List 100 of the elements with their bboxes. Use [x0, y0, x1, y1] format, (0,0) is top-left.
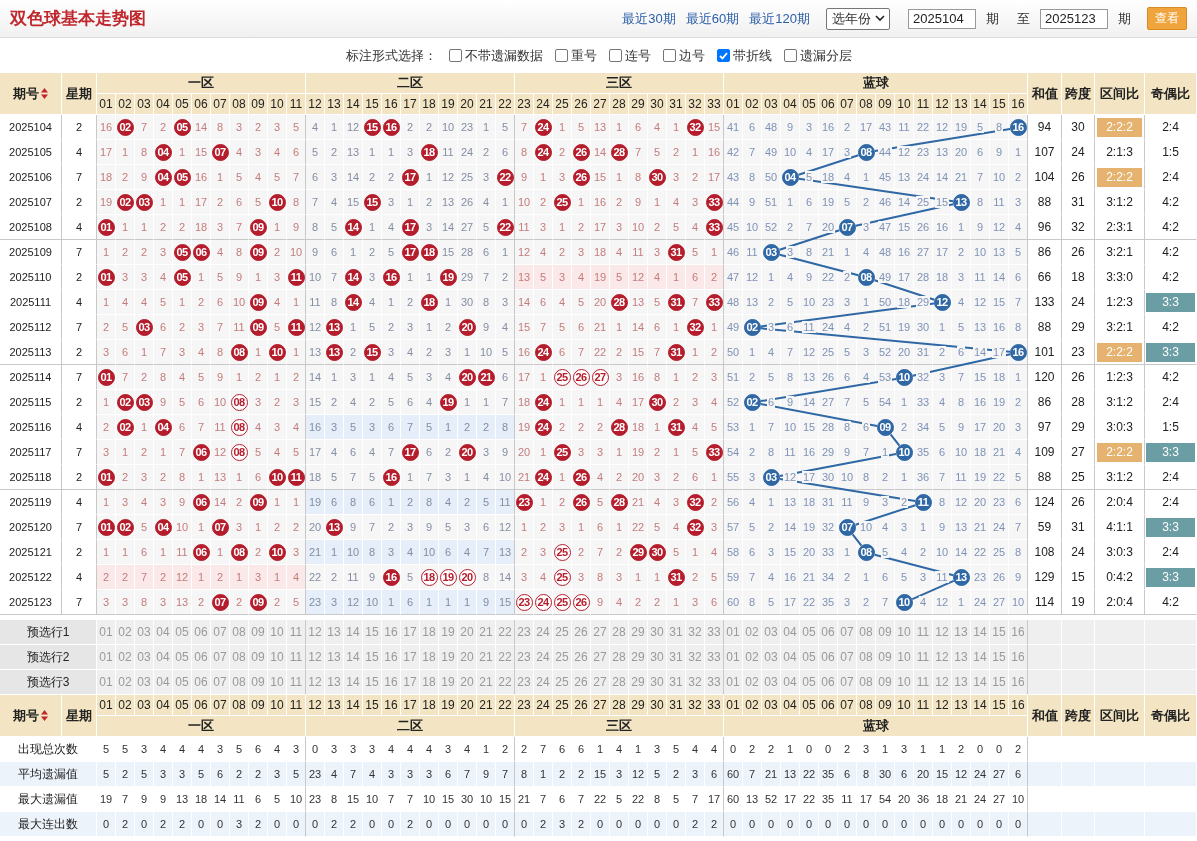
preselect-number[interactable]: 05 [800, 670, 819, 695]
preselect-number[interactable]: 33 [705, 670, 724, 695]
preselect-number[interactable]: 22 [496, 645, 515, 670]
preselect-number[interactable]: 07 [838, 670, 857, 695]
preselect-number[interactable]: 27 [591, 670, 610, 695]
preselect-number[interactable]: 16 [382, 645, 401, 670]
preselect-number[interactable]: 08 [857, 620, 876, 645]
preselect-number[interactable]: 10 [895, 620, 914, 645]
preselect-number[interactable]: 31 [667, 670, 686, 695]
preselect-number[interactable]: 25 [553, 670, 572, 695]
preselect-number[interactable]: 09 [249, 670, 268, 695]
preselect-number[interactable]: 23 [515, 670, 534, 695]
preselect-number[interactable]: 09 [876, 620, 895, 645]
preselect-number[interactable]: 30 [648, 620, 667, 645]
preselect-number[interactable]: 22 [496, 620, 515, 645]
preselect-number[interactable]: 16 [1009, 670, 1028, 695]
preselect-number[interactable]: 15 [990, 620, 1009, 645]
preselect-number[interactable]: 16 [382, 620, 401, 645]
sort-icon[interactable] [41, 710, 48, 721]
preselect-number[interactable]: 15 [363, 670, 382, 695]
preselect-number[interactable]: 12 [306, 645, 325, 670]
preselect-number[interactable]: 01 [724, 645, 743, 670]
preselect-number[interactable]: 03 [762, 670, 781, 695]
preselect-number[interactable]: 09 [876, 670, 895, 695]
preselect-number[interactable]: 01 [724, 670, 743, 695]
preselect-number[interactable]: 16 [382, 670, 401, 695]
caret-icon[interactable] [875, 15, 885, 22]
preselect-number[interactable]: 14 [971, 620, 990, 645]
preselect-number[interactable]: 16 [1009, 620, 1028, 645]
preselect-number[interactable]: 01 [97, 670, 116, 695]
preselect-number[interactable]: 32 [686, 645, 705, 670]
preselect-number[interactable]: 06 [192, 645, 211, 670]
checkbox[interactable] [662, 49, 676, 62]
preselect-number[interactable]: 04 [781, 620, 800, 645]
checkbox[interactable] [554, 49, 568, 62]
preselect-number[interactable]: 05 [800, 620, 819, 645]
preselect-number[interactable]: 19 [439, 670, 458, 695]
preselect-number[interactable]: 02 [116, 645, 135, 670]
preselect-number[interactable]: 17 [401, 670, 420, 695]
sort-icon[interactable] [41, 88, 48, 99]
to-period-field[interactable]: 2025123 [1040, 8, 1108, 29]
preselect-number[interactable]: 11 [914, 670, 933, 695]
preselect-number[interactable]: 04 [154, 670, 173, 695]
preselect-number[interactable]: 25 [553, 645, 572, 670]
preselect-number[interactable]: 21 [477, 620, 496, 645]
preselect-number[interactable]: 09 [249, 620, 268, 645]
preselect-number[interactable]: 22 [496, 670, 515, 695]
column-header[interactable]: 期号 [0, 73, 62, 115]
preselect-number[interactable]: 07 [211, 620, 230, 645]
preselect-number[interactable]: 04 [781, 645, 800, 670]
preselect-number[interactable]: 12 [306, 620, 325, 645]
preselect-number[interactable]: 14 [971, 670, 990, 695]
preselect-number[interactable]: 01 [724, 620, 743, 645]
preselect-number[interactable]: 20 [458, 670, 477, 695]
preselect-number[interactable]: 03 [762, 645, 781, 670]
preselect-number[interactable]: 11 [287, 620, 306, 645]
preselect-number[interactable]: 04 [154, 645, 173, 670]
preselect-number[interactable]: 26 [572, 670, 591, 695]
preselect-number[interactable]: 03 [135, 620, 154, 645]
preselect-number[interactable]: 13 [325, 620, 344, 645]
preselect-number[interactable]: 10 [268, 670, 287, 695]
preselect-number[interactable]: 11 [287, 645, 306, 670]
preselect-number[interactable]: 07 [838, 620, 857, 645]
preselect-number[interactable]: 18 [420, 670, 439, 695]
preselect-number[interactable]: 24 [534, 670, 553, 695]
preselect-number[interactable]: 31 [667, 645, 686, 670]
preselect-number[interactable]: 05 [173, 670, 192, 695]
preselect-number[interactable]: 12 [306, 670, 325, 695]
preselect-number[interactable]: 28 [610, 645, 629, 670]
preselect-number[interactable]: 30 [648, 670, 667, 695]
preselect-number[interactable]: 17 [401, 620, 420, 645]
preselect-number[interactable]: 08 [230, 645, 249, 670]
preselect-number[interactable]: 07 [838, 645, 857, 670]
preselect-number[interactable]: 15 [363, 620, 382, 645]
preselect-number[interactable]: 13 [952, 645, 971, 670]
preselect-number[interactable]: 26 [572, 620, 591, 645]
preselect-number[interactable]: 33 [705, 620, 724, 645]
preselect-number[interactable]: 15 [990, 670, 1009, 695]
preselect-number[interactable]: 09 [249, 645, 268, 670]
preselect-number[interactable]: 02 [743, 645, 762, 670]
preselect-number[interactable]: 20 [458, 645, 477, 670]
preselect-number[interactable]: 05 [173, 645, 192, 670]
preselect-number[interactable]: 26 [572, 645, 591, 670]
checkbox[interactable] [716, 49, 730, 62]
preselect-number[interactable]: 11 [914, 620, 933, 645]
preselect-number[interactable]: 05 [173, 620, 192, 645]
preselect-number[interactable]: 09 [876, 645, 895, 670]
preselect-number[interactable]: 28 [610, 670, 629, 695]
preselect-number[interactable]: 29 [629, 670, 648, 695]
preselect-number[interactable]: 33 [705, 645, 724, 670]
preselect-number[interactable]: 05 [800, 645, 819, 670]
preselect-number[interactable]: 13 [952, 670, 971, 695]
preselect-number[interactable]: 10 [895, 670, 914, 695]
preselect-number[interactable]: 13 [325, 670, 344, 695]
preselect-number[interactable]: 18 [420, 620, 439, 645]
preselect-number[interactable]: 02 [743, 670, 762, 695]
preselect-number[interactable]: 06 [819, 620, 838, 645]
preselect-number[interactable]: 08 [857, 670, 876, 695]
preselect-number[interactable]: 16 [1009, 645, 1028, 670]
preselect-number[interactable]: 32 [686, 620, 705, 645]
